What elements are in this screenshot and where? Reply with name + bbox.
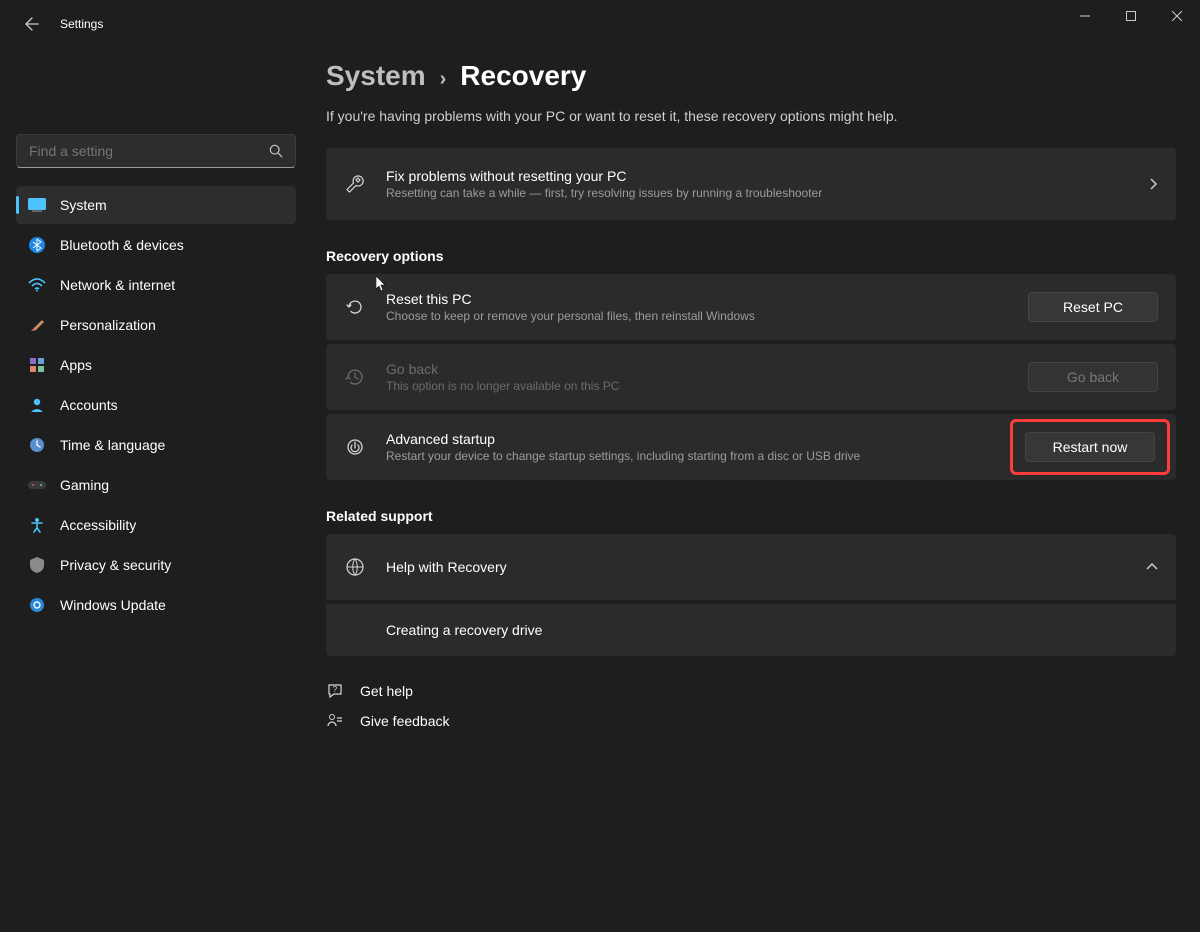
sidebar-item-label: Bluetooth & devices bbox=[60, 237, 184, 253]
feedback-icon bbox=[326, 712, 344, 730]
highlight-annotation: Restart now bbox=[1010, 419, 1170, 475]
sidebar-item-system[interactable]: System bbox=[16, 186, 296, 224]
window-title: Settings bbox=[60, 17, 103, 31]
person-icon bbox=[28, 396, 46, 414]
sidebar-item-label: System bbox=[60, 197, 107, 213]
sidebar-item-time[interactable]: Time & language bbox=[16, 426, 296, 464]
sidebar-item-label: Time & language bbox=[60, 437, 165, 453]
wrench-icon bbox=[344, 173, 366, 195]
window-controls bbox=[1062, 0, 1200, 32]
help-icon: ? bbox=[326, 682, 344, 700]
search-box[interactable] bbox=[16, 134, 296, 168]
sidebar: System Bluetooth & devices Network & int… bbox=[0, 48, 310, 932]
reset-icon bbox=[344, 296, 366, 318]
section-related-support: Related support bbox=[326, 508, 1176, 524]
main-content: System › Recovery If you're having probl… bbox=[310, 48, 1200, 932]
history-icon bbox=[344, 366, 366, 388]
update-icon bbox=[28, 596, 46, 614]
sidebar-item-label: Accessibility bbox=[60, 517, 136, 533]
card-title: Help with Recovery bbox=[386, 559, 1134, 575]
sidebar-item-label: Network & internet bbox=[60, 277, 175, 293]
apps-icon bbox=[28, 356, 46, 374]
page-subtitle: If you're having problems with your PC o… bbox=[326, 108, 1176, 124]
sidebar-item-label: Windows Update bbox=[60, 597, 166, 613]
search-icon bbox=[269, 144, 283, 158]
wifi-icon bbox=[28, 276, 46, 294]
gamepad-icon bbox=[28, 476, 46, 494]
card-desc: This option is no longer available on th… bbox=[386, 379, 1028, 393]
sidebar-item-accessibility[interactable]: Accessibility bbox=[16, 506, 296, 544]
go-back-card: Go back This option is no longer availab… bbox=[326, 344, 1176, 410]
maximize-button[interactable] bbox=[1108, 0, 1154, 32]
back-arrow-icon bbox=[24, 16, 40, 32]
globe-icon bbox=[344, 556, 366, 578]
sidebar-item-network[interactable]: Network & internet bbox=[16, 266, 296, 304]
close-button[interactable] bbox=[1154, 0, 1200, 32]
card-title: Go back bbox=[386, 361, 1028, 377]
get-help-link[interactable]: ? Get help bbox=[326, 682, 1176, 700]
search-input[interactable] bbox=[29, 143, 269, 159]
card-desc: Choose to keep or remove your personal f… bbox=[386, 309, 1028, 323]
advanced-startup-card: Advanced startup Restart your device to … bbox=[326, 414, 1176, 480]
reset-pc-button[interactable]: Reset PC bbox=[1028, 292, 1158, 322]
back-button[interactable] bbox=[16, 8, 48, 40]
section-recovery-options: Recovery options bbox=[326, 248, 1176, 264]
clock-icon bbox=[28, 436, 46, 454]
minimize-button[interactable] bbox=[1062, 0, 1108, 32]
chevron-right-icon bbox=[1148, 178, 1158, 190]
accessibility-icon bbox=[28, 516, 46, 534]
titlebar: Settings bbox=[0, 0, 1200, 48]
sidebar-item-label: Gaming bbox=[60, 477, 109, 493]
chevron-right-icon: › bbox=[440, 68, 447, 91]
breadcrumb-parent[interactable]: System bbox=[326, 60, 426, 92]
sidebar-item-bluetooth[interactable]: Bluetooth & devices bbox=[16, 226, 296, 264]
footer-label: Get help bbox=[360, 683, 413, 699]
bluetooth-icon bbox=[28, 236, 46, 254]
troubleshoot-card[interactable]: Fix problems without resetting your PC R… bbox=[326, 148, 1176, 220]
reset-pc-card: Reset this PC Choose to keep or remove y… bbox=[326, 274, 1176, 340]
sidebar-item-accounts[interactable]: Accounts bbox=[16, 386, 296, 424]
restart-now-button[interactable]: Restart now bbox=[1025, 432, 1155, 462]
svg-text:?: ? bbox=[333, 685, 338, 694]
card-desc: Resetting can take a while — first, try … bbox=[386, 186, 1136, 200]
sidebar-item-label: Privacy & security bbox=[60, 557, 171, 573]
paintbrush-icon bbox=[28, 316, 46, 334]
sidebar-item-privacy[interactable]: Privacy & security bbox=[16, 546, 296, 584]
help-recovery-card[interactable]: Help with Recovery bbox=[326, 534, 1176, 600]
power-icon bbox=[344, 436, 366, 458]
card-title: Advanced startup bbox=[386, 431, 1022, 447]
sidebar-item-update[interactable]: Windows Update bbox=[16, 586, 296, 624]
give-feedback-link[interactable]: Give feedback bbox=[326, 712, 1176, 730]
sidebar-item-apps[interactable]: Apps bbox=[16, 346, 296, 384]
sidebar-item-personalization[interactable]: Personalization bbox=[16, 306, 296, 344]
card-title: Fix problems without resetting your PC bbox=[386, 168, 1136, 184]
footer-label: Give feedback bbox=[360, 713, 450, 729]
shield-icon bbox=[28, 556, 46, 574]
sidebar-item-label: Apps bbox=[60, 357, 92, 373]
system-icon bbox=[28, 196, 46, 214]
go-back-button: Go back bbox=[1028, 362, 1158, 392]
breadcrumb-current: Recovery bbox=[460, 60, 586, 92]
sidebar-item-label: Personalization bbox=[60, 317, 156, 333]
sidebar-item-label: Accounts bbox=[60, 397, 118, 413]
card-desc: Restart your device to change startup se… bbox=[386, 449, 1022, 463]
chevron-up-icon bbox=[1146, 563, 1158, 571]
breadcrumb: System › Recovery bbox=[326, 60, 1176, 92]
card-title: Reset this PC bbox=[386, 291, 1028, 307]
sidebar-item-gaming[interactable]: Gaming bbox=[16, 466, 296, 504]
recovery-drive-link[interactable]: Creating a recovery drive bbox=[326, 604, 1176, 656]
